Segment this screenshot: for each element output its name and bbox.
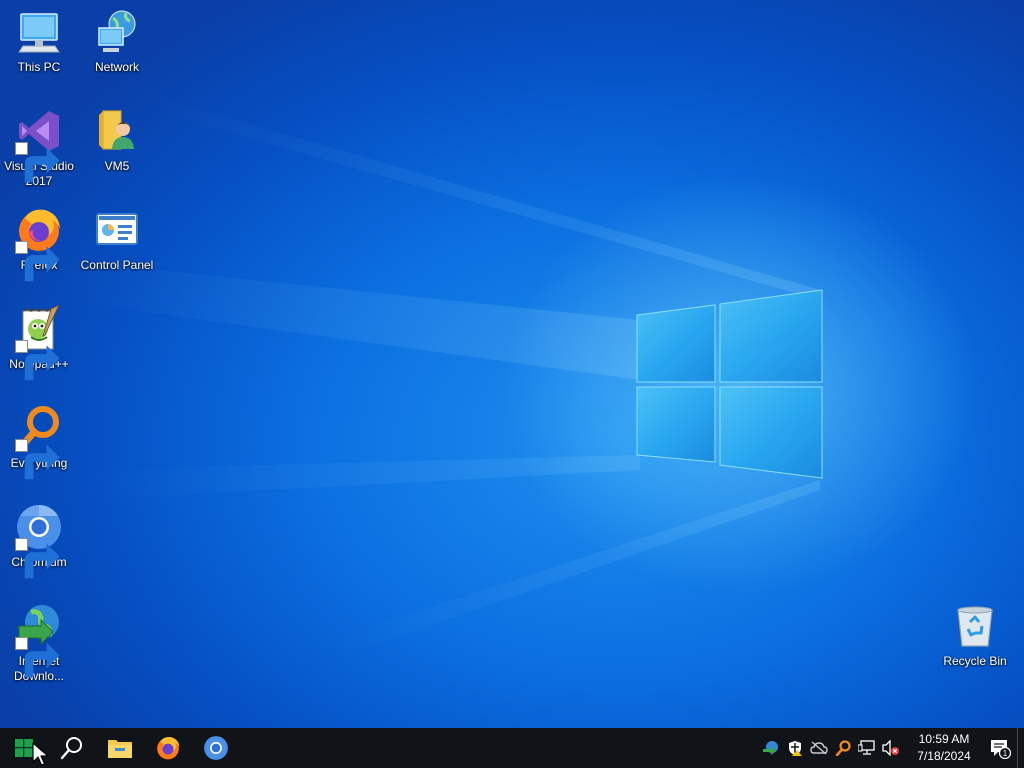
desktop-icon-chromium[interactable]: Chromium: [1, 503, 77, 579]
notification-icon: 1: [991, 740, 1011, 759]
tray-security[interactable]: [783, 728, 807, 768]
desktop-icon-label: Recycle Bin: [943, 654, 1007, 668]
desktop-icon-control-panel[interactable]: Control Panel: [79, 206, 155, 273]
internet-download-manager-icon: [15, 602, 63, 678]
desktop-icon-label: Network: [94, 60, 139, 74]
desktop-icon-vm5[interactable]: VM5: [79, 107, 155, 174]
show-desktop-button[interactable]: [1017, 728, 1024, 768]
shortcut-arrow-icon: [15, 439, 60, 480]
this-pc-icon: [15, 8, 63, 56]
taskbar-file-explorer[interactable]: [96, 728, 144, 768]
desktop-icon-recycle-bin[interactable]: Recycle Bin: [937, 602, 1013, 669]
file-explorer-icon: [108, 740, 132, 758]
notepad-plus-plus-icon: [15, 305, 63, 381]
network-icon: [858, 740, 875, 755]
chromium-icon: [15, 503, 63, 579]
shortcut-arrow-icon: [15, 142, 60, 183]
network-sync-icon: [763, 741, 778, 755]
chromium-icon: [204, 736, 228, 760]
desktop-icon-label: Control Panel: [80, 258, 154, 272]
desktop[interactable]: This PC Network Visual Studio 2017 VM5 F…: [0, 0, 1024, 728]
taskbar-firefox[interactable]: [144, 728, 192, 768]
visual-studio-icon: [15, 107, 63, 183]
firefox-icon: [15, 206, 63, 282]
windows-logo: [636, 289, 823, 479]
firefox-icon: [157, 736, 180, 760]
desktop-icon-label: VM5: [104, 159, 130, 173]
tray-network[interactable]: [855, 728, 879, 768]
shortcut-arrow-icon: [15, 538, 60, 579]
shortcut-arrow-icon: [15, 241, 60, 282]
clock-date: 7/18/2024: [917, 749, 971, 763]
taskbar-clock[interactable]: 10:59 AM 7/18/2024: [911, 731, 977, 765]
search-everything-icon: [835, 740, 851, 756]
user-folder-icon: [93, 107, 141, 155]
desktop-icon-notepad-plus-plus[interactable]: Notepad++: [1, 305, 77, 381]
action-center-button[interactable]: 1: [983, 728, 1017, 768]
tray-network-sync[interactable]: [759, 728, 783, 768]
desktop-icon-network[interactable]: Network: [79, 8, 155, 75]
security-shield-icon: [789, 741, 802, 756]
desktop-icon-label: This PC: [17, 60, 61, 74]
system-tray: 10:59 AM 7/18/2024 1: [759, 728, 1024, 768]
desktop-icon-this-pc[interactable]: This PC: [1, 8, 77, 75]
control-panel-icon: [93, 206, 141, 254]
taskbar: 10:59 AM 7/18/2024 1: [0, 728, 1024, 768]
notification-count: 1: [1003, 749, 1008, 758]
desktop-icon-visual-studio-2017[interactable]: Visual Studio 2017: [1, 107, 77, 189]
windows-start-icon: [15, 739, 33, 757]
network-icon: [93, 8, 141, 56]
clock-time: 10:59 AM: [918, 732, 970, 746]
tray-everything[interactable]: [831, 728, 855, 768]
volume-muted-icon: [882, 740, 899, 756]
everything-search-icon: [15, 404, 63, 480]
start-button[interactable]: [0, 728, 48, 768]
desktop-icon-everything[interactable]: Everything: [1, 404, 77, 480]
shortcut-arrow-icon: [15, 340, 60, 381]
recycle-bin-icon: [951, 602, 999, 650]
tray-cloud[interactable]: [807, 728, 831, 768]
desktop-icon-internet-download-manager[interactable]: Internet Downlo...: [1, 602, 77, 684]
search-icon: [60, 737, 82, 760]
tray-volume[interactable]: [879, 728, 903, 768]
taskbar-chromium[interactable]: [192, 728, 240, 768]
search-button[interactable]: [48, 728, 96, 768]
cloud-icon: [810, 741, 828, 755]
shortcut-arrow-icon: [15, 637, 60, 678]
desktop-icon-firefox[interactable]: Firefox: [1, 206, 77, 282]
